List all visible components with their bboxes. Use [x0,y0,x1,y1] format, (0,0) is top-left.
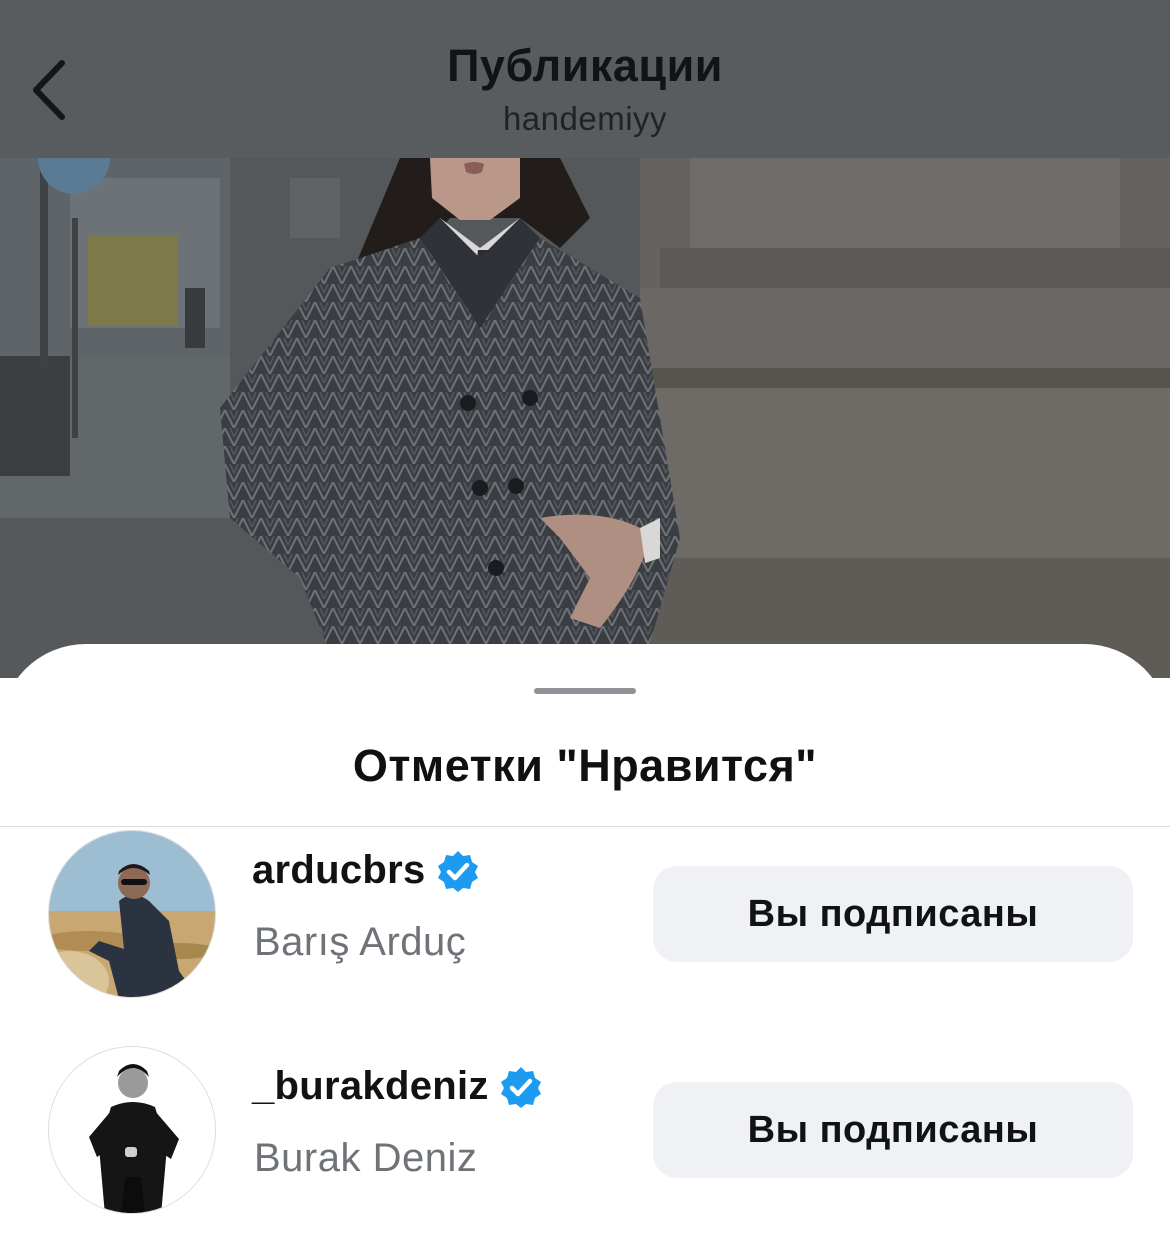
verified-badge-icon [437,850,478,892]
post-photo [0,158,1170,678]
avatar[interactable] [48,1046,216,1214]
post-image [0,158,1170,678]
drag-handle[interactable] [534,688,636,694]
likes-title: Отметки "Нравится" [352,740,818,791]
verified-badge-icon [500,1066,541,1108]
following-button[interactable]: Вы подписаны [653,1082,1133,1178]
avatar[interactable] [48,830,216,998]
full-name: Burak Deniz [254,1136,478,1180]
username: arducbrs [252,848,426,892]
list-item-user: _burakdeniz Burak Deniz Вы подписаны [0,1046,1170,1218]
screen: Публикации handemiyy Отметки "Нравится" … [0,0,1170,1254]
page-title: Публикации [447,40,723,91]
username-link[interactable]: arducbrs [252,848,480,893]
username: _burakdeniz [252,1064,489,1108]
divider [0,826,1170,827]
full-name: Barış Arduç [254,920,467,964]
username-link[interactable]: _burakdeniz [252,1064,543,1109]
following-button[interactable]: Вы подписаны [653,866,1133,962]
list-item-user: arducbrs Barış Arduç Вы подписаны [0,830,1170,1002]
header-bar: Публикации handemiyy [0,0,1170,158]
page-subtitle: handemiyy [502,100,668,137]
avatar-image [49,1047,215,1213]
likes-sheet: Отметки "Нравится" arducbrs Barış Arduç … [0,644,1170,1254]
avatar-image [49,831,215,997]
